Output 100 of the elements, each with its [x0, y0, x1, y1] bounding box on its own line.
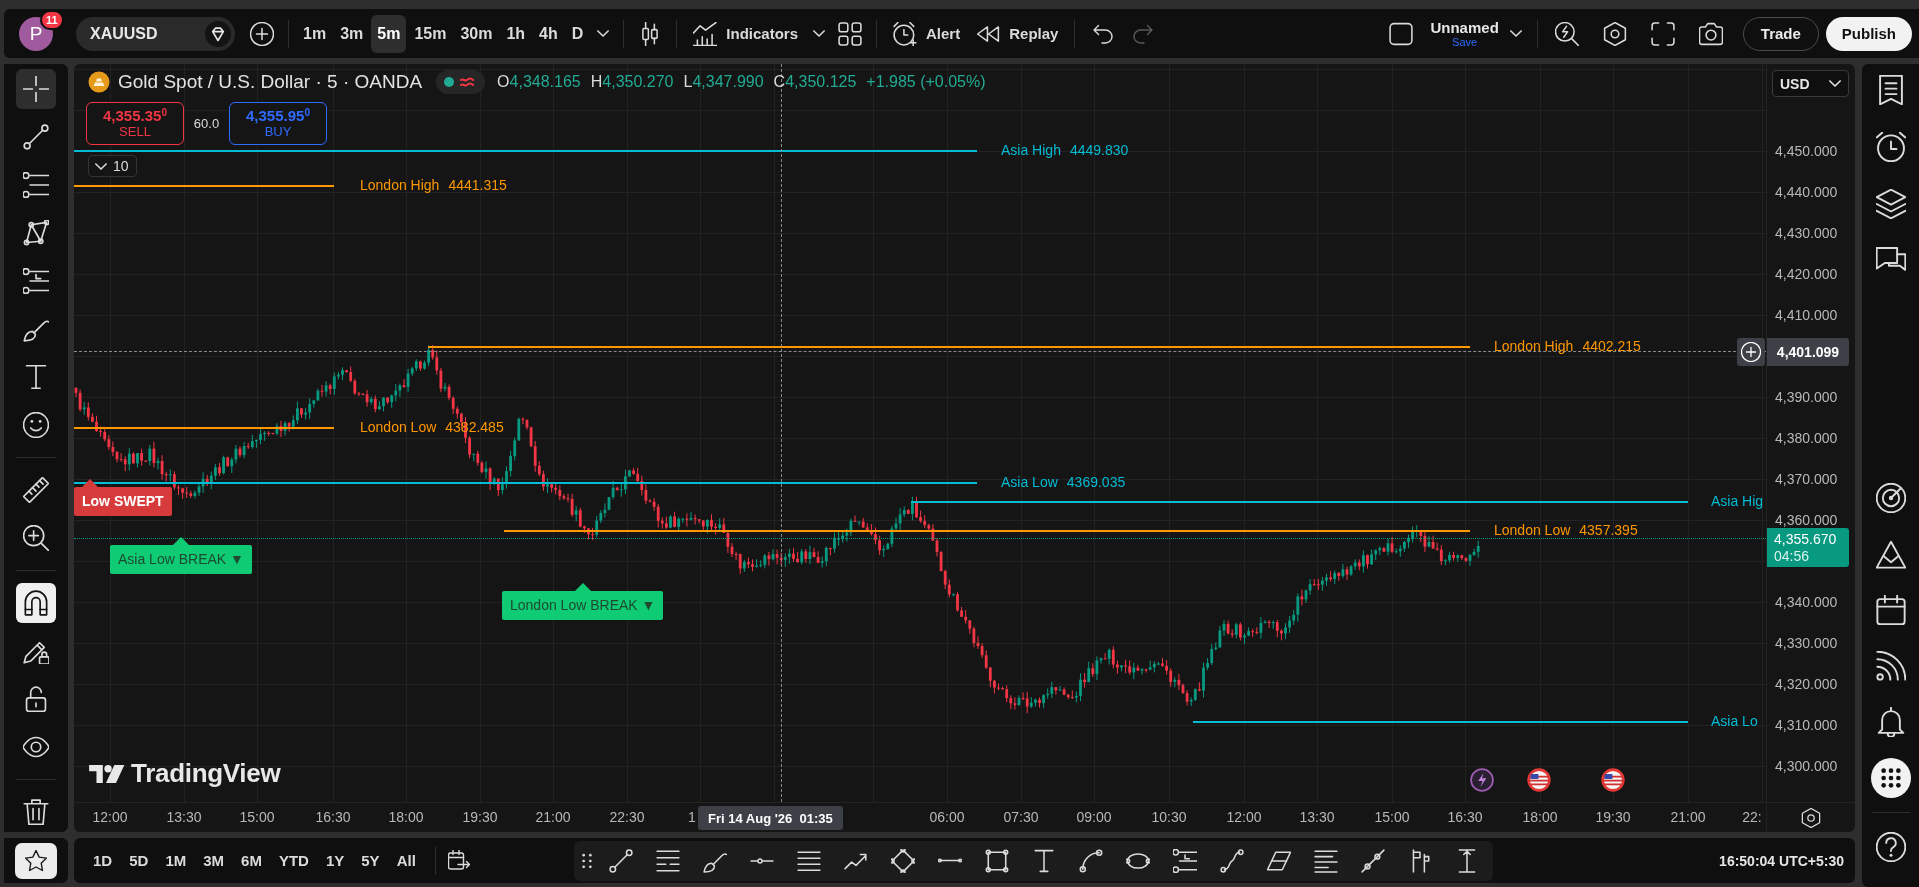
stacked-lines-icon — [1313, 848, 1338, 873]
grid-icon — [838, 21, 863, 46]
time-tick: 22:30 — [609, 809, 645, 825]
price-tick: 4,420.000 — [1775, 265, 1838, 283]
smiley-icon — [23, 412, 49, 438]
calendar-arrow-icon — [447, 849, 470, 872]
square-icon — [1389, 21, 1414, 46]
time-tick: 19:30 — [462, 809, 498, 825]
calendar-icon — [1875, 595, 1906, 625]
zoom-in-icon — [23, 525, 49, 551]
settings-icon — [1801, 807, 1821, 828]
range-button[interactable]: 1D — [87, 845, 119, 876]
sell-button[interactable]: 4,355.35$^{0}$ SELL — [86, 102, 184, 145]
time-tick: 06:00 — [929, 809, 965, 825]
favorites-button[interactable] — [15, 842, 57, 879]
line-nodes-icon — [1360, 848, 1385, 873]
lightning-icon[interactable] — [1470, 768, 1494, 792]
level-name: Asia High — [1001, 141, 1061, 159]
range-button[interactable]: All — [390, 845, 422, 876]
time-tick: 12:00 — [92, 809, 128, 825]
status-pill[interactable] — [436, 70, 486, 94]
flag-icon[interactable] — [1601, 768, 1625, 792]
range-button[interactable]: 5Y — [355, 845, 386, 876]
time-tick: 21:00 — [535, 809, 571, 825]
symbol-search-button[interactable]: XAUUSD — [76, 16, 235, 51]
publish-button[interactable]: Publish — [1825, 16, 1912, 51]
time-tick: 13:30 — [166, 809, 202, 825]
price-tick: 4,360.000 — [1775, 511, 1838, 529]
interval-tab[interactable]: 4h — [533, 14, 564, 53]
signal-label: Asia Low BREAK ▼ — [110, 537, 252, 574]
crosshair-price: 4,401.099 — [1767, 338, 1849, 366]
price-tick: 4,330.000 — [1775, 634, 1838, 652]
tool-button[interactable] — [16, 69, 56, 109]
level-value: 4441.315 — [448, 176, 507, 194]
time-tick: 19:30 — [1595, 809, 1631, 825]
toggle-button[interactable] — [16, 583, 56, 623]
lock-icon — [23, 686, 49, 712]
target-icon — [1875, 483, 1906, 513]
collapse-button[interactable]: 10 — [88, 155, 137, 177]
buy-button[interactable]: 4,355.95$^{0}$ BUY — [229, 102, 327, 145]
split-lines-icon — [655, 848, 680, 873]
interval-tab[interactable]: 1h — [500, 14, 532, 53]
trend-line-icon — [23, 124, 49, 150]
rectangle-icon — [984, 848, 1009, 873]
replay-button[interactable]: Replay — [968, 15, 1067, 52]
last-price: 4,355.670 — [1774, 530, 1838, 548]
level-value: 4369.035 — [1066, 473, 1126, 491]
spread-value: 60.0 — [192, 116, 221, 131]
undo-icon — [1092, 22, 1115, 45]
range-button[interactable]: 6M — [235, 845, 268, 876]
range-button[interactable]: 1Y — [319, 845, 351, 876]
save-link[interactable]: Save — [1452, 35, 1478, 49]
settings-icon — [1602, 21, 1627, 46]
camera-icon — [1698, 21, 1723, 46]
diamond-icon — [890, 848, 915, 873]
trash-icon — [23, 799, 49, 825]
drag-handle-icon[interactable] — [581, 852, 592, 869]
triangle-icon — [1875, 539, 1906, 569]
lines-icon — [1172, 848, 1197, 873]
layout-name[interactable]: Unnamed — [1430, 18, 1499, 36]
magnet-icon — [23, 590, 49, 616]
help-icon — [1875, 832, 1906, 862]
time-tick: 16:30 — [1447, 809, 1483, 825]
range-button[interactable]: 3M — [197, 845, 231, 876]
interval-tab[interactable]: 30m — [454, 14, 499, 53]
interval-tab[interactable]: 5m — [371, 14, 407, 53]
ohlc-value: H4,350.270 — [590, 73, 674, 91]
interval-tab[interactable]: D — [565, 14, 590, 53]
price-tick: 4,440.000 — [1775, 183, 1838, 201]
price-tick: 4,300.000 — [1775, 757, 1838, 775]
signal-label: London Low BREAK ▼ — [502, 583, 664, 620]
eye-icon — [23, 734, 49, 760]
apps-button[interactable] — [1870, 758, 1911, 798]
horizontal-lines-icon — [23, 172, 49, 198]
interval-tab[interactable]: 1m — [297, 14, 333, 53]
logo-text: TradingView — [131, 758, 281, 789]
time-tick: 18:00 — [388, 809, 424, 825]
indicators-button[interactable]: Indicators — [685, 15, 807, 52]
price-tick: 4,370.000 — [1775, 470, 1838, 488]
level-name: London Low — [360, 418, 437, 436]
caret-icon — [813, 30, 826, 37]
range-button[interactable]: 1M — [159, 845, 193, 876]
time-tick: 15:00 — [239, 809, 275, 825]
clock[interactable]: 16:50:04 UTC+5:30 — [1719, 852, 1848, 869]
chart-icon — [693, 21, 718, 46]
caret-icon — [95, 162, 107, 170]
interval-tab[interactable]: 15m — [408, 14, 453, 53]
flag-icon[interactable] — [1527, 768, 1551, 792]
currency-select[interactable]: USD — [1772, 70, 1849, 97]
notification-badge: 11 — [40, 9, 64, 30]
price-tick: 4,310.000 — [1775, 716, 1838, 734]
price-tick: 4,380.000 — [1775, 429, 1838, 447]
add-button[interactable] — [1737, 338, 1765, 366]
horizontal-ray-icon — [749, 857, 774, 864]
alert-button[interactable]: Alert — [885, 15, 969, 52]
interval-tab[interactable]: 3m — [334, 14, 370, 53]
range-button[interactable]: 5D — [123, 845, 155, 876]
caret-icon — [1509, 30, 1522, 37]
range-button[interactable]: YTD — [272, 845, 315, 876]
time-tick: 10:30 — [1151, 809, 1187, 825]
